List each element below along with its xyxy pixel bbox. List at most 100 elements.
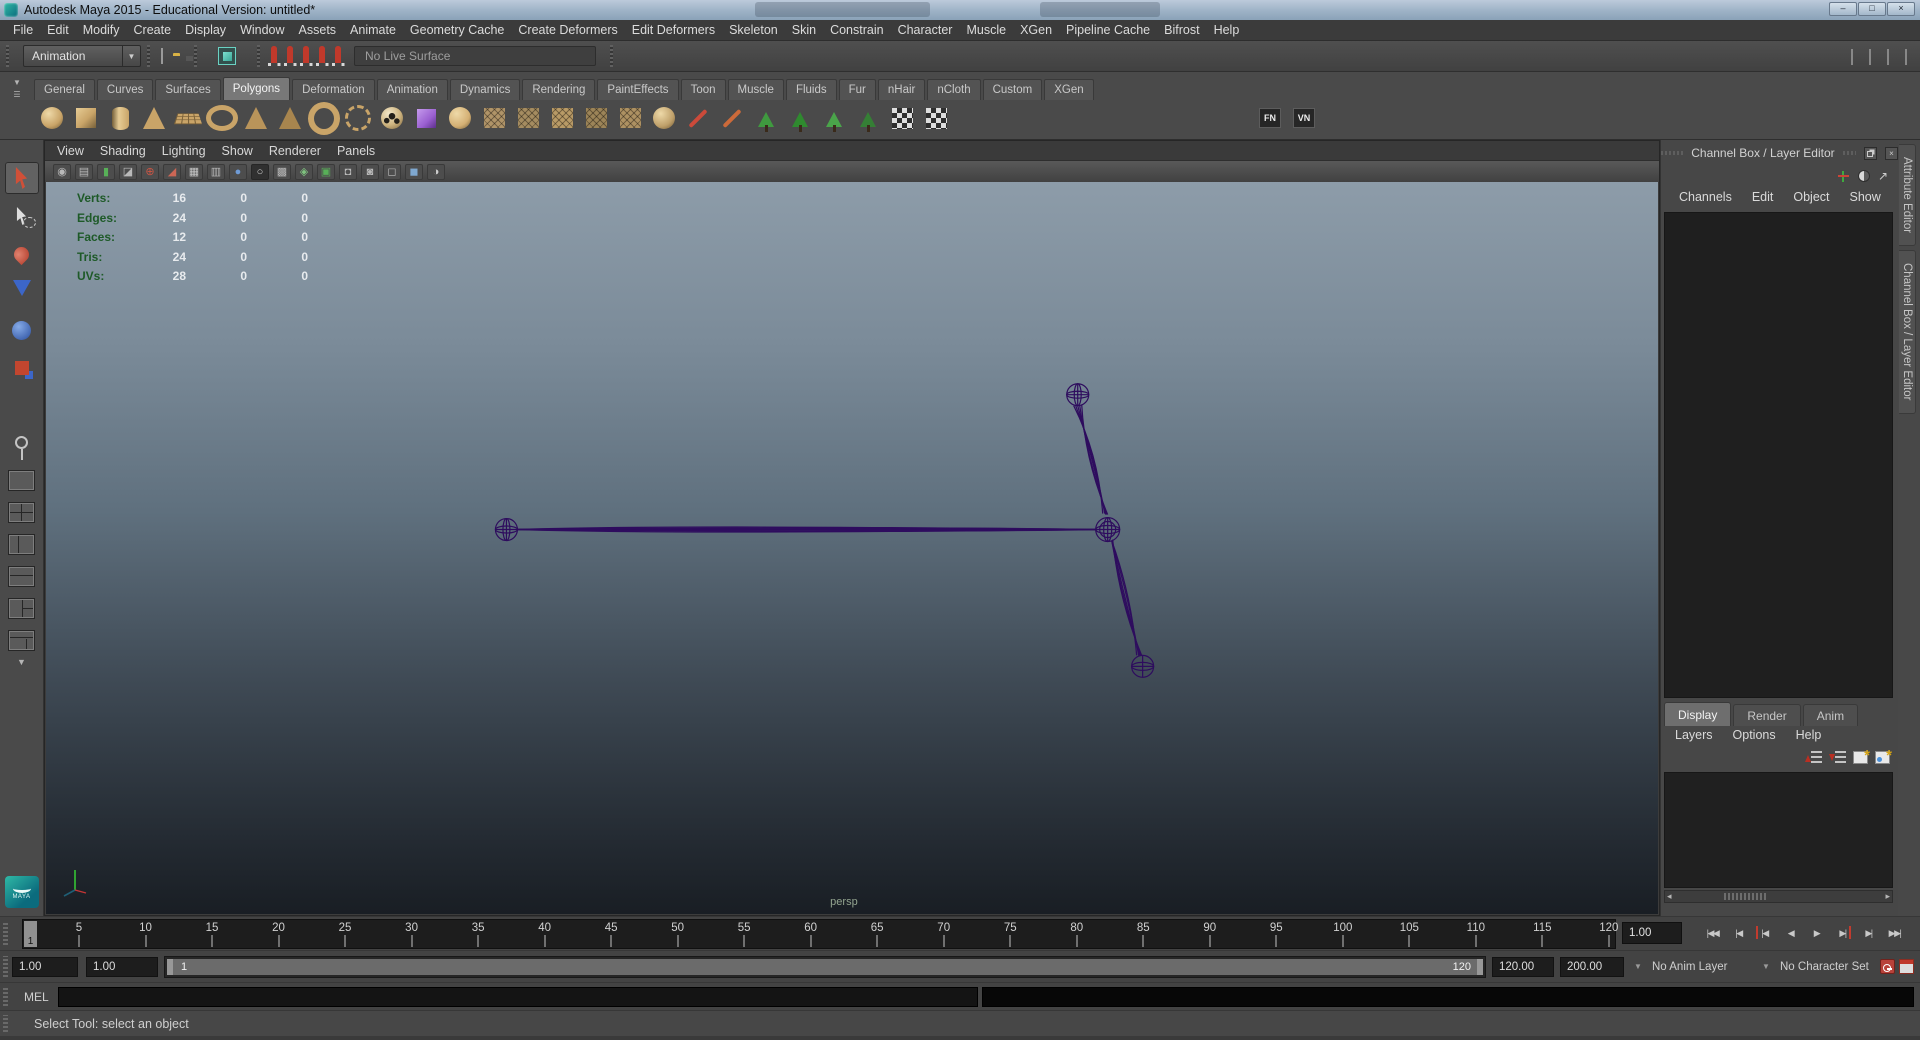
layer-menu-layers[interactable]: Layers: [1665, 728, 1723, 742]
shelf-icon-poly-pyramid[interactable]: [274, 101, 306, 135]
menu-display[interactable]: Display: [178, 23, 233, 37]
playback-button-play-backwards[interactable]: ◀: [1778, 921, 1803, 945]
animation-preferences-icon[interactable]: [1899, 959, 1914, 974]
shelf-tab-xgen[interactable]: XGen: [1044, 79, 1094, 100]
title-bar[interactable]: Autodesk Maya 2015 - Educational Version…: [0, 0, 1920, 20]
command-line-language-label[interactable]: MEL: [24, 990, 49, 1004]
viewport-canvas[interactable]: Verts: 16 0 0 Edges: 24 0 0 Faces: 12 0 …: [46, 182, 1658, 914]
panel-float-button[interactable]: [1864, 146, 1877, 160]
shelf-tab-surfaces[interactable]: Surfaces: [155, 79, 221, 100]
anim-layer-selector[interactable]: No Anim Layer: [1652, 957, 1727, 977]
layer-tab-anim[interactable]: Anim: [1802, 704, 1859, 726]
menu-file[interactable]: File: [6, 23, 40, 37]
shelf-icon-paint-effects-tree-2[interactable]: [784, 101, 816, 135]
command-line-result-area[interactable]: [982, 987, 1914, 1007]
panel-toolbar-icon-motion-blur-toggle[interactable]: ◙: [361, 163, 379, 180]
shelf-tab-dynamics[interactable]: Dynamics: [449, 79, 521, 100]
character-set-selector[interactable]: No Character Set: [1780, 957, 1869, 977]
row-drag-grip[interactable]: [3, 987, 8, 1006]
menu-constrain[interactable]: Constrain: [823, 23, 891, 37]
menu-window[interactable]: Window: [233, 23, 291, 37]
panel-toolbar-icon-image-plane[interactable]: ◪: [119, 163, 137, 180]
command-line-input[interactable]: [58, 987, 978, 1007]
row-drag-grip[interactable]: [3, 955, 8, 978]
panel-menu-show[interactable]: Show: [214, 144, 261, 158]
panel-menu-renderer[interactable]: Renderer: [261, 144, 329, 158]
shelf-icon-poly-cube[interactable]: [70, 101, 102, 135]
panel-toolbar-icon-grid-toggle[interactable]: ▦: [185, 163, 203, 180]
auto-keyframe-toggle-icon[interactable]: [1880, 959, 1895, 974]
new-empty-layer-icon[interactable]: [1853, 747, 1870, 764]
panel-toolbar-icon-camera-attributes[interactable]: ▤: [75, 163, 93, 180]
shelf-icon-platonic-solid[interactable]: [410, 101, 442, 135]
panel-toolbar-icon-xray-toggle[interactable]: ◼: [405, 163, 423, 180]
channel-box-menu-channels[interactable]: Channels: [1669, 190, 1742, 204]
panel-close-button[interactable]: ×: [1885, 146, 1898, 160]
move-layer-down-icon[interactable]: [1829, 750, 1846, 764]
shelf-icon-poly-cone[interactable]: [138, 101, 170, 135]
menu-edit-deformers[interactable]: Edit Deformers: [625, 23, 722, 37]
scroll-right-arrow-icon[interactable]: ▸: [1885, 891, 1890, 902]
channel-list-area[interactable]: [1664, 212, 1893, 698]
layout-button-three-pane-layout[interactable]: [8, 598, 35, 619]
playback-end-field[interactable]: 120.00: [1492, 957, 1554, 977]
shelf-icon-mirror-geometry[interactable]: [478, 101, 510, 135]
scroll-left-arrow-icon[interactable]: ◂: [1667, 891, 1672, 902]
shelf-menu-icon[interactable]: ☰: [13, 90, 20, 99]
shelf-tab-polygons[interactable]: Polygons: [222, 77, 291, 100]
playback-speed-dropdown-icon[interactable]: ▼: [1634, 962, 1642, 971]
tool-move[interactable]: [5, 276, 39, 308]
status-icon-snap-to-grids[interactable]: [271, 46, 277, 63]
menu-animate[interactable]: Animate: [343, 23, 403, 37]
status-icon-new-scene[interactable]: [161, 48, 163, 64]
shelf-icon-poly-torus[interactable]: [206, 101, 238, 135]
shelf-icon-face-normals[interactable]: FN: [1254, 101, 1286, 135]
panel-toolbar-icon-isolate-select[interactable]: ◻: [383, 163, 401, 180]
speed-state-icon[interactable]: [1857, 170, 1870, 182]
current-frame-marker[interactable]: 1: [24, 921, 37, 947]
shelf-icon-combine[interactable]: [512, 101, 544, 135]
range-slider-track[interactable]: 1 120: [164, 956, 1486, 978]
window-button-minimize[interactable]: –: [1829, 2, 1857, 16]
shelf-tab-ncloth[interactable]: nCloth: [927, 79, 981, 100]
time-slider[interactable]: 1 5 10 15 20 25 30 35 40 45 50 55 60 65 …: [22, 919, 1618, 949]
shelf-tab-toon[interactable]: Toon: [680, 79, 726, 100]
shelf-icon-separate[interactable]: [546, 101, 578, 135]
layout-more-arrow-icon[interactable]: ▼: [17, 657, 26, 667]
current-time-field[interactable]: 1.00: [1622, 922, 1682, 944]
shelf-icon-poly-soccer-ball[interactable]: [376, 101, 408, 135]
sidebar-tab-channel-box-layer-editor[interactable]: Channel Box / Layer Editor: [1899, 250, 1916, 414]
layer-menu-options[interactable]: Options: [1723, 728, 1786, 742]
menu-skeleton[interactable]: Skeleton: [722, 23, 785, 37]
range-start-handle[interactable]: [167, 959, 173, 975]
panel-menu-panels[interactable]: Panels: [329, 144, 383, 158]
menu-assets[interactable]: Assets: [292, 23, 344, 37]
layer-scrollbar[interactable]: ◂ ▸: [1664, 890, 1893, 903]
layout-button-four-pane-layout[interactable]: [8, 502, 35, 523]
playback-button-go-to-start[interactable]: |◀◀: [1700, 921, 1725, 945]
menu-help[interactable]: Help: [1207, 23, 1247, 37]
shelf-icon-reduce[interactable]: [682, 101, 714, 135]
shelf-tab-painteffects[interactable]: PaintEffects: [597, 79, 679, 100]
status-group-divider[interactable]: [610, 45, 613, 67]
panel-toolbar-icon-textured-display[interactable]: ▩: [273, 163, 291, 180]
range-end-handle[interactable]: [1477, 959, 1483, 975]
menu-xgen[interactable]: XGen: [1013, 23, 1059, 37]
status-icon-snap-to-curves[interactable]: [287, 46, 293, 63]
joint-skeleton-wireframe[interactable]: [46, 182, 1658, 914]
panel-toolbar-icon-shaded-display[interactable]: ●: [229, 163, 247, 180]
panel-toolbar-icon-grease-pencil[interactable]: ◢: [163, 163, 181, 180]
panel-toolbar-icon-occlusion-toggle[interactable]: ◘: [339, 163, 357, 180]
menu-edit[interactable]: Edit: [40, 23, 76, 37]
row-drag-grip[interactable]: [3, 1014, 8, 1033]
tool-show-manipulator[interactable]: [5, 432, 39, 464]
panel-toolbar-icon-tumble-camera[interactable]: ◉: [53, 163, 71, 180]
shelf-tab-arrow-icon[interactable]: ▼: [13, 78, 21, 87]
manipulator-icon[interactable]: [1836, 169, 1850, 183]
menu-muscle[interactable]: Muscle: [959, 23, 1013, 37]
shelf-tab-muscle[interactable]: Muscle: [727, 79, 784, 100]
shelf-tab-custom[interactable]: Custom: [982, 79, 1043, 100]
panel-drag-grip[interactable]: [1661, 151, 1684, 155]
tool-scale[interactable]: [5, 352, 39, 384]
layer-tab-render[interactable]: Render: [1733, 704, 1801, 726]
